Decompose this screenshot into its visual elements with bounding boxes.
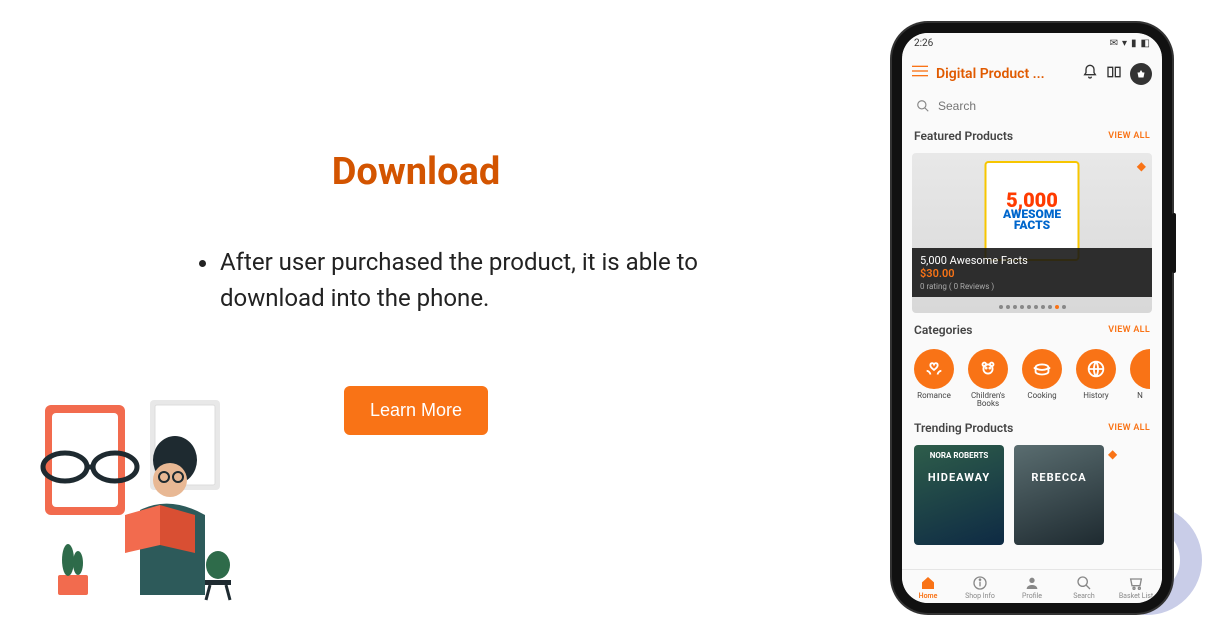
bullet-item: After user purchased the product, it is … (220, 244, 752, 316)
search-icon (1076, 575, 1092, 591)
bottom-nav: Home Shop Info Profile Search (902, 569, 1162, 603)
featured-rating: 0 rating ( 0 Reviews ) (920, 282, 1144, 291)
menu-icon[interactable] (912, 63, 928, 84)
nav-basket[interactable]: Basket List (1110, 570, 1162, 603)
status-bar: 2:26 ✉ ▾ ▮ ◧ (902, 33, 1162, 55)
category-history[interactable]: History (1076, 349, 1116, 410)
nav-profile[interactable]: Profile (1006, 570, 1058, 603)
basket-icon[interactable] (1130, 63, 1152, 85)
reader-illustration (20, 385, 240, 605)
premium-icon: ◆ (1137, 159, 1146, 173)
battery-icon: ◧ (1141, 38, 1150, 49)
learn-more-button[interactable]: Learn More (344, 386, 488, 435)
signal-icon: ▮ (1131, 38, 1137, 49)
status-time: 2:26 (914, 38, 933, 49)
featured-price: $30.00 (920, 267, 1144, 280)
nav-home[interactable]: Home (902, 570, 954, 603)
nav-search[interactable]: Search (1058, 570, 1110, 603)
carousel-dots[interactable] (912, 305, 1152, 309)
trending-card[interactable]: NORA ROBERTS HIDEAWAY (914, 445, 1004, 545)
globe-icon (1085, 358, 1107, 380)
category-childrens[interactable]: Children's Books (968, 349, 1008, 410)
page-heading: Download (20, 150, 812, 194)
featured-view-all[interactable]: VIEW ALL (1108, 131, 1150, 141)
bell-icon[interactable] (1082, 64, 1098, 84)
search-input[interactable] (938, 99, 1148, 113)
trending-heading: Trending Products (914, 421, 1013, 435)
app-title: Digital Product ... (936, 66, 1074, 82)
featured-card[interactable]: ◆ 5,000 AWESOME FACTS 5,000 Awesome Fact… (912, 153, 1152, 313)
category-romance[interactable]: Romance (914, 349, 954, 410)
nav-shop-info[interactable]: Shop Info (954, 570, 1006, 603)
categories-heading: Categories (914, 323, 972, 337)
pot-icon (1031, 358, 1053, 380)
book-cover: 5,000 AWESOME FACTS (985, 161, 1080, 261)
home-icon (920, 575, 936, 591)
featured-heading: Featured Products (914, 129, 1013, 143)
trending-card[interactable]: REBECCA (1014, 445, 1104, 545)
search-icon (916, 99, 930, 113)
cart-icon (1128, 575, 1144, 591)
trending-view-all[interactable]: VIEW ALL (1108, 423, 1150, 433)
categories-view-all[interactable]: VIEW ALL (1108, 325, 1150, 335)
featured-name: 5,000 Awesome Facts (920, 254, 1144, 267)
profile-icon (1024, 575, 1040, 591)
info-icon (972, 575, 988, 591)
feature-bullets: After user purchased the product, it is … (20, 244, 812, 316)
hands-heart-icon (923, 358, 945, 380)
teddy-icon (977, 358, 999, 380)
category-partial[interactable]: N (1130, 349, 1150, 410)
mail-icon: ✉ (1110, 38, 1118, 49)
premium-icon: ◆ (1108, 447, 1117, 547)
book-icon[interactable] (1106, 64, 1122, 84)
wifi-icon: ▾ (1122, 38, 1127, 49)
category-cooking[interactable]: Cooking (1022, 349, 1062, 410)
phone-mockup: 2:26 ✉ ▾ ▮ ◧ Digital Product ... (892, 23, 1172, 613)
